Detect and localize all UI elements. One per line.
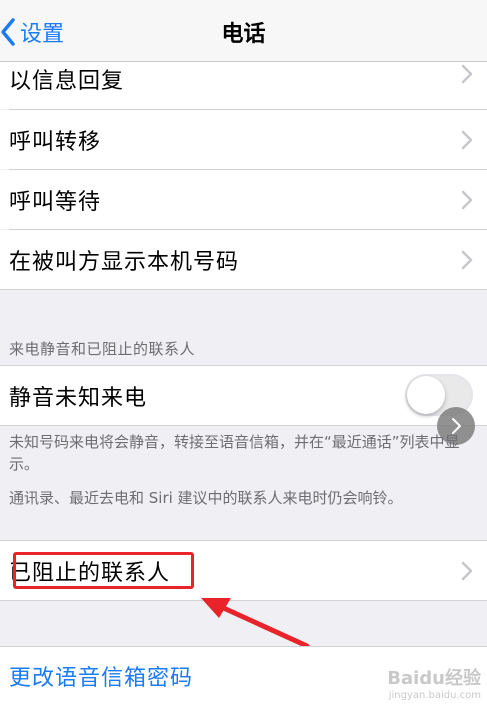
silence-footer-note: 未知号码来电将会静音，转接至语音信箱，并在“最近通话”列表中显示。	[9, 433, 460, 473]
watermark-logo: Baidu经验 jingyan.baidu.com	[387, 664, 481, 701]
navigation-bar: 设置 电话	[0, 0, 487, 62]
chevron-right-icon	[461, 561, 473, 580]
watermark-main: Baidu经验	[387, 668, 481, 689]
silence-footer-note-2: 通讯录、最近去电和 Siri 建议中的联系人来电时仍会响铃。	[9, 489, 403, 507]
chevron-right-icon	[461, 190, 473, 209]
chevron-right-icon	[461, 250, 473, 269]
chevron-right-icon	[461, 130, 473, 149]
row-label: 呼叫等待	[9, 189, 102, 215]
annotation-arrow-icon	[201, 598, 310, 649]
divider	[0, 289, 487, 290]
row-label: 更改语音信箱密码	[9, 666, 194, 691]
watermark-sub: jingyan.baidu.com	[388, 690, 481, 701]
section-header: 来电静音和已阻止的联系人	[9, 340, 196, 358]
settings-row-show-caller-id[interactable]: 在被叫方显示本机号码	[0, 230, 487, 289]
row-label: 在被叫方显示本机号码	[9, 249, 240, 275]
annotation-highlight-box	[13, 552, 194, 589]
settings-row-silence-unknown-callers: 静音未知来电	[0, 366, 487, 425]
settings-row-call-waiting[interactable]: 呼叫等待	[0, 170, 487, 229]
toggle-knob	[407, 376, 445, 414]
row-label: 静音未知来电	[9, 385, 148, 411]
row-label: 呼叫转移	[9, 129, 102, 155]
chevron-right-icon	[461, 64, 473, 83]
divider	[0, 425, 487, 426]
settings-row-call-forwarding[interactable]: 呼叫转移	[0, 110, 487, 169]
row-label: 以信息回复	[9, 68, 125, 94]
page-title: 电话	[221, 22, 266, 47]
settings-row-reply-with-message[interactable]: 以信息回复	[0, 62, 487, 109]
